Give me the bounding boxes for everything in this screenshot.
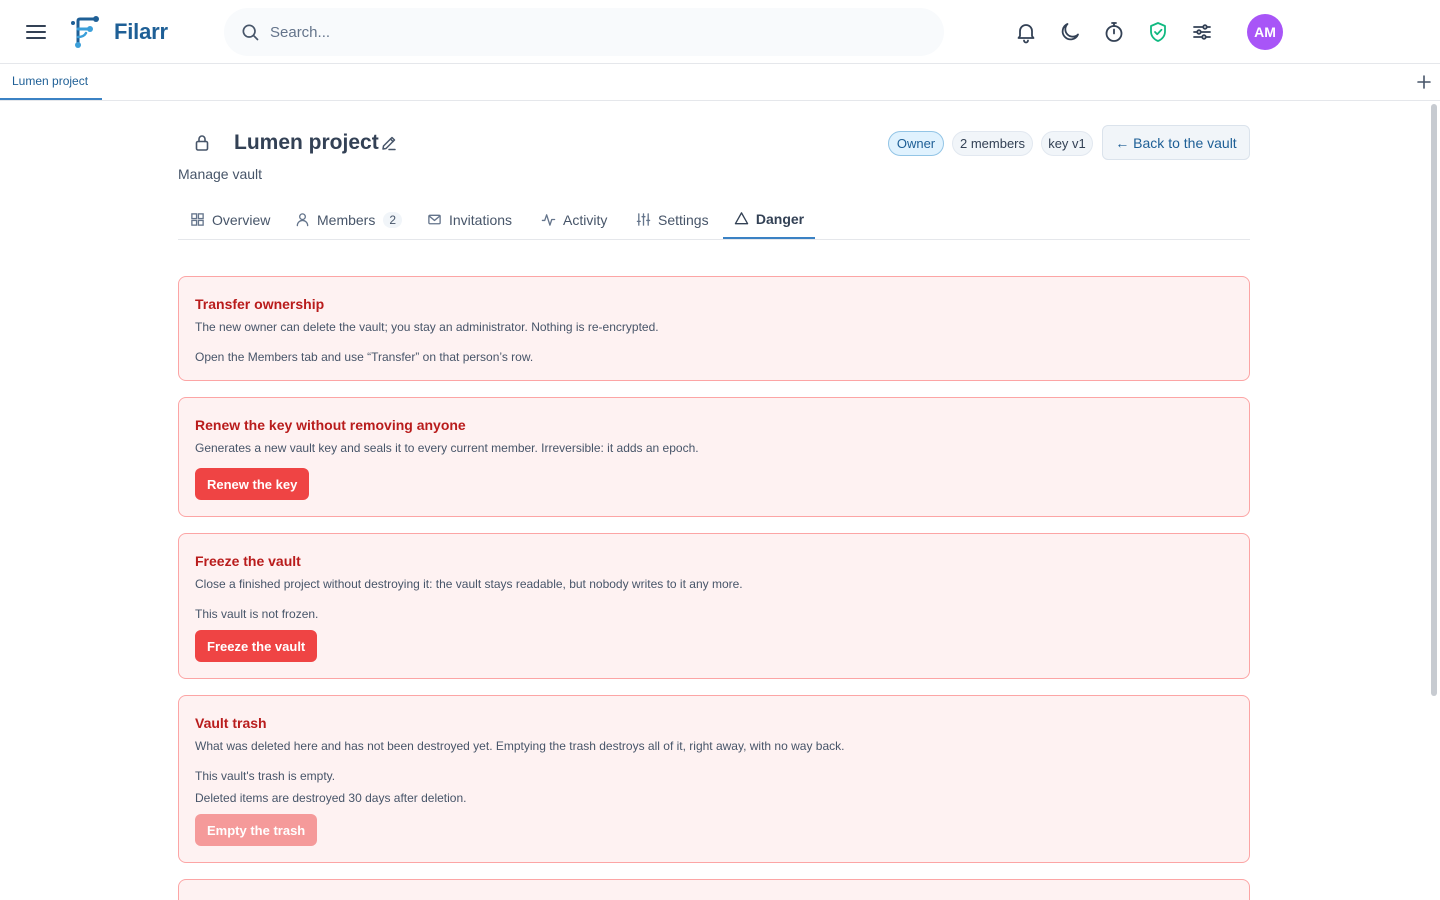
tab-label: Danger [755,210,805,227]
tab-label: Members [317,211,376,228]
pencil-icon[interactable] [380,134,398,152]
renew-key-button[interactable]: Renew the key [195,468,310,500]
bell-icon[interactable] [1014,20,1038,44]
vault-trash-card: Vault trash What was deleted here and ha… [178,695,1250,863]
next-danger-card [178,879,1250,900]
lock-icon [195,135,209,151]
section-tabs: Overview Members 2 Invitations Activity … [178,200,1250,240]
trash-status: This vault's trash is empty. [195,769,336,783]
tab-danger[interactable]: Danger [723,200,815,239]
tab-members[interactable]: Members 2 [295,200,403,239]
tab-activity[interactable]: Activity [541,200,607,239]
search-icon [242,24,259,41]
user-icon [296,213,309,227]
empty-trash-button[interactable]: Empty the trash [195,814,318,846]
search-bar[interactable] [224,8,944,56]
card-title: Renew the key without removing anyone [195,417,466,433]
sliders-icon[interactable] [1190,20,1214,44]
page-title: Lumen project [234,131,379,154]
card-description: The new owner can delete the vault; you … [195,320,659,334]
warning-icon [734,212,749,225]
scrollbar[interactable] [1431,104,1437,696]
card-note: Open the Members tab and use “Transfer” … [195,350,534,364]
tab-label: Overview [212,211,271,228]
brand-name: Filarr [114,19,168,44]
tab-invitations[interactable]: Invitations [427,200,512,239]
tab-label: Settings [658,211,709,228]
card-description: Generates a new vault key and seals it t… [195,441,699,455]
freeze-status: This vault is not frozen. [195,607,319,621]
activity-icon [541,214,556,226]
tab-settings[interactable]: Settings [636,200,709,239]
plus-icon[interactable] [1414,72,1434,92]
tab-overview[interactable]: Overview [190,200,270,239]
logo-icon [71,16,99,48]
avatar[interactable]: AM [1247,14,1283,50]
timer-icon[interactable] [1102,20,1126,44]
shield-check-icon[interactable] [1146,20,1170,44]
search-input[interactable] [270,20,910,44]
renew-key-card: Renew the key without removing anyone Ge… [178,397,1250,517]
page-subtitle: Manage vault [178,166,263,182]
card-description: Close a finished project without destroy… [195,577,743,591]
owner-badge: Owner [888,131,944,156]
doc-tab-lumen-project[interactable]: Lumen project [0,64,102,100]
document-tab-strip: Lumen project [0,64,1440,101]
moon-icon[interactable] [1058,20,1082,44]
tab-label: Invitations [449,211,513,228]
settings-sliders-icon [636,213,651,226]
top-bar: Filarr AM [0,0,1440,64]
key-version-badge: key v1 [1041,131,1093,156]
card-description: What was deleted here and has not been d… [195,739,845,753]
card-title: Freeze the vault [195,553,301,569]
card-title: Vault trash [195,715,267,731]
tab-label: Activity [563,211,608,228]
back-to-vault-button[interactable]: ← Back to the vault [1102,125,1250,160]
grid-icon [191,213,204,226]
members-count-badge: 2 [383,211,403,228]
card-title: Transfer ownership [195,296,325,312]
transfer-ownership-card: Transfer ownership The new owner can del… [178,276,1250,381]
freeze-vault-button[interactable]: Freeze the vault [195,630,318,662]
trash-retention-note: Deleted items are destroyed 30 days afte… [195,791,467,805]
mail-icon [428,214,441,225]
freeze-vault-card: Freeze the vault Close a finished projec… [178,533,1250,679]
menu-icon[interactable] [24,20,48,44]
members-badge: 2 members [952,131,1033,156]
